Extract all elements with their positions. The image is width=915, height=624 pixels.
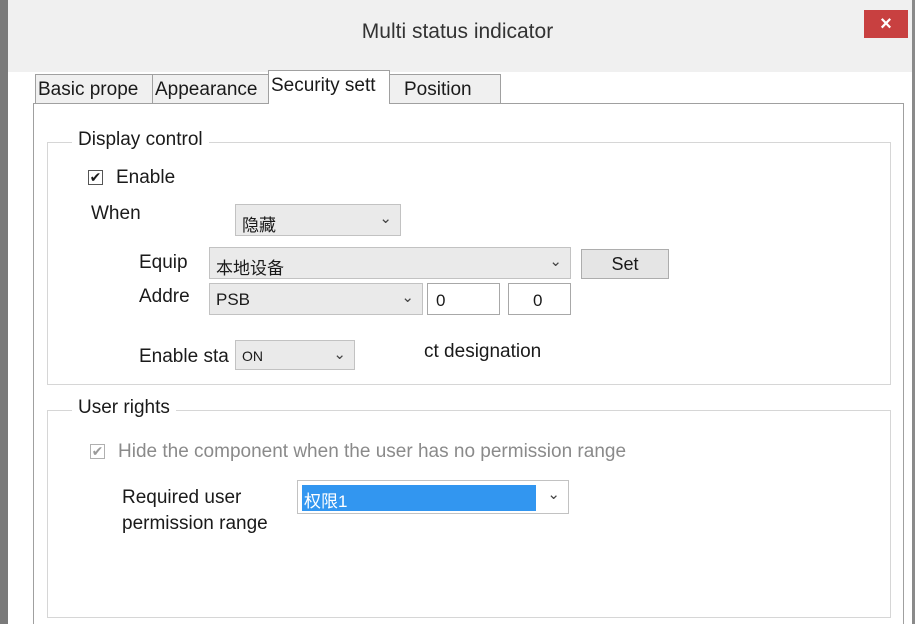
user-rights-legend: User rights [72,397,176,419]
enable-state-value: ON [242,348,263,364]
chevron-down-icon: ⌄ [333,346,346,363]
chevron-down-icon: ⌄ [549,253,562,270]
tab-appearance[interactable]: Appearance [152,74,269,104]
title-bar: Multi status indicator × [0,0,915,72]
window-title: Multi status indicator [361,20,554,43]
chevron-down-icon: ⌄ [401,289,414,306]
security-settings-panel: Display control ✔ Enable When 隐藏 ⌄ Equip… [33,103,904,624]
address-type-value: PSB [216,290,251,309]
required-permission-label-line1: Required user [122,487,242,508]
tab-security-settings[interactable]: Security sett [268,70,390,104]
when-select-value: 隐藏 [242,216,276,235]
close-icon[interactable]: × [864,10,908,38]
permission-range-value: 权限1 [304,492,348,511]
address-label: Addre [139,286,190,307]
address-input-1-value: 0 [436,291,446,310]
chevron-down-icon: ⌄ [547,486,560,503]
address-input-1[interactable]: 0 [427,283,500,315]
enable-label: Enable [116,167,176,188]
address-input-2-value: 0 [533,291,543,310]
chevron-down-icon: ⌄ [379,210,392,227]
when-label: When [91,203,141,224]
display-control-group: Display control ✔ Enable When 隐藏 ⌄ Equip… [47,129,891,385]
address-type-select[interactable]: PSB ⌄ [209,283,423,315]
when-select[interactable]: 隐藏 ⌄ [235,204,401,236]
equip-select-value: 本地设备 [216,259,284,278]
display-control-legend: Display control [72,129,209,151]
set-button[interactable]: Set [581,249,669,279]
equip-select[interactable]: 本地设备 ⌄ [209,247,571,279]
equip-label: Equip [139,252,188,273]
enable-state-select[interactable]: ON ⌄ [235,340,355,370]
address-input-2[interactable]: 0 [508,283,571,315]
permission-range-select[interactable]: 权限1 ⌄ [297,480,569,514]
window-left-edge [0,0,8,624]
required-permission-label-line2: permission range [122,513,268,534]
enable-state-label: Enable sta [139,346,229,367]
hide-component-label: Hide the component when the user has no … [118,441,627,462]
hide-component-checkbox[interactable]: ✔ [90,444,105,459]
tab-basic-properties[interactable]: Basic prope [35,74,153,104]
user-rights-group: User rights ✔ Hide the component when th… [47,397,891,618]
designation-text: ct designation [424,341,542,362]
tab-position[interactable]: Position [389,74,501,104]
enable-checkbox[interactable]: ✔ [88,170,103,185]
